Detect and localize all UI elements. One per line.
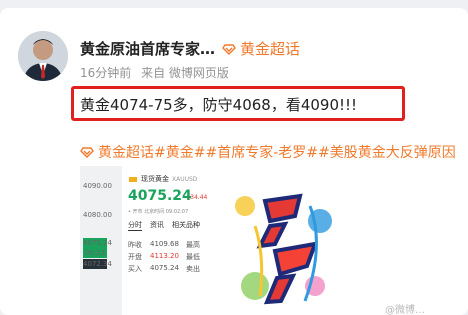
quote-title: 现货黄金 <box>141 175 169 183</box>
row-label: 卖出 <box>186 265 200 273</box>
quote-change: -34.44 <box>188 194 208 201</box>
quote-tab[interactable]: 资讯 <box>150 220 164 231</box>
post-time[interactable]: 16分钟前 <box>80 66 131 80</box>
quote-tab[interactable]: 相关品种 <box>172 220 200 231</box>
quote-row: 开盘 4113.20 最低 <box>128 252 208 264</box>
axis-time-tick: 00:23 <box>83 248 107 258</box>
row-value: 4109.68 <box>150 240 179 248</box>
axis-label: 4080.00 <box>83 211 112 219</box>
diamond-outline-icon <box>222 43 236 55</box>
hashtag-line[interactable]: 黄金超话#黄金##首席专家-老罗##美股黄金大反弹原因 <box>80 142 468 162</box>
row-label: 最高 <box>186 241 200 249</box>
post-meta: 16分钟前 来自 微博网页版 <box>80 64 235 81</box>
quote-row: 买入 4075.24 卖出 <box>128 264 208 276</box>
author-name[interactable]: 黄金原油首席专家… <box>80 38 215 59</box>
graffiti-art-icon <box>235 193 332 305</box>
price-axis: 4090.00 4080.00 4075.24 00:23 4072.34 <box>80 166 123 315</box>
gold-bar-icon <box>129 177 137 182</box>
quote-panel: 现货黄金 XAUUSD 4075.24 -34.44 • 开市 北京时间 09:… <box>122 166 210 315</box>
post-image-quote[interactable]: 4090.00 4080.00 4075.24 00:23 4072.34 现货… <box>80 166 210 315</box>
quote-header: 现货黄金 XAUUSD <box>128 174 197 184</box>
axis-cursor-tick: 4072.34 <box>83 259 112 269</box>
quote-status: • 开市 北京时间 09:02:07 <box>128 209 189 215</box>
post-source: 来自 微博网页版 <box>141 66 229 80</box>
quote-row: 昨收 4109.68 最高 <box>128 240 208 252</box>
row-value: 4075.24 <box>150 264 179 272</box>
post-text: 黄金4074-75多，防守4068，看4090!!! <box>80 96 358 114</box>
post-image-graphic[interactable] <box>215 166 348 315</box>
row-label: 最低 <box>186 253 200 261</box>
row-label: 昨收 <box>128 241 142 249</box>
quote-price: 4075.24 <box>128 188 192 204</box>
row-value: 4113.20 <box>150 252 179 260</box>
quote-tab[interactable]: 分时 <box>128 220 142 231</box>
diamond-outline-icon <box>80 147 94 158</box>
axis-current-tick: 4075.24 <box>83 238 112 248</box>
post-card: 黄金原油首席专家… 黄金超话 16分钟前 来自 微博网页版 黄金4074-75多… <box>0 8 468 315</box>
hashtag-text: 黄金超话#黄金##首席专家-老罗##美股黄金大反弹原因 <box>98 145 456 161</box>
supertopic-link[interactable]: 黄金超话 <box>222 38 300 59</box>
supertopic-label: 黄金超话 <box>240 40 301 58</box>
quote-tabs: 分时 资讯 相关品种 <box>128 220 200 231</box>
row-label: 开盘 <box>128 253 142 261</box>
avatar[interactable] <box>18 31 68 81</box>
image-watermark: @微博… <box>385 305 425 315</box>
axis-label: 4090.00 <box>83 182 112 190</box>
quote-symbol: XAUUSD <box>172 175 198 183</box>
avatar-portrait-icon <box>18 31 68 81</box>
row-label: 买入 <box>128 265 142 273</box>
quote-table: 昨收 4109.68 最高 开盘 4113.20 最低 买入 4075.24 卖… <box>128 240 208 276</box>
